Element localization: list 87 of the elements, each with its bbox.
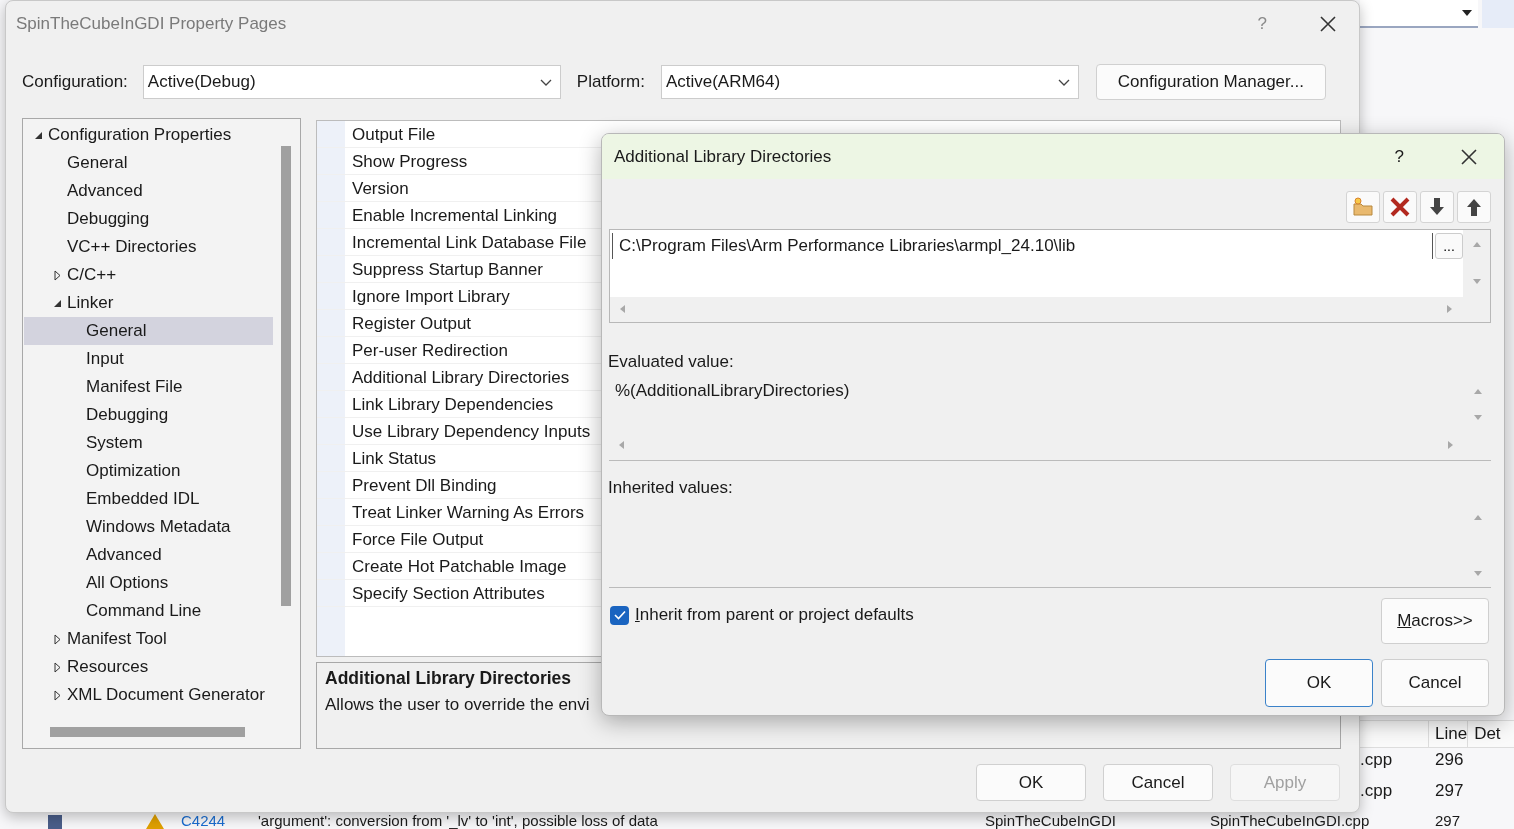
property-name[interactable]: Ignore Import Library [352,283,510,309]
tree-item[interactable]: Manifest Tool [24,625,273,653]
property-name[interactable]: Enable Incremental Linking [352,202,558,228]
dialog-button[interactable]: OK [976,764,1086,801]
property-name[interactable]: Treat Linker Warning As Errors [352,499,585,525]
scrollbar-thumb[interactable] [50,727,245,737]
table-cell: 'argument': conversion from '_lv' to 'int', possible loss of data [258,813,658,829]
field-label: Evaluated value: [608,352,735,372]
table-cell: SpinTheCubeInGDI.cpp [1210,813,1370,829]
property-name[interactable]: Register Output [352,310,472,336]
tree-item[interactable]: Resources [24,653,273,681]
field-label: Inherited values: [608,478,734,498]
tree-item[interactable]: General [24,149,273,177]
tree-item[interactable]: XML Document Generator [24,681,273,709]
property-name[interactable]: Link Status [352,445,437,471]
tree-item[interactable]: Embedded IDL [24,485,273,513]
tree-item[interactable]: Advanced [24,177,273,205]
tree-item[interactable]: Command Line [24,597,273,625]
window-title: SpinTheCubeInGDI Property Pages [16,13,288,34]
row-marker [48,815,62,829]
property-name[interactable]: Show Progress [352,148,468,174]
property-name[interactable]: Use Library Dependency Inputs [352,418,591,444]
column-header[interactable]: Det [1467,721,1514,747]
field-label: Configuration: [22,72,128,92]
tree-item[interactable]: System [24,429,273,457]
browse-button[interactable]: ... [1435,233,1463,259]
tree-item[interactable]: VC++ Directories [24,233,273,261]
expanded-icon[interactable] [52,298,62,308]
dropdown[interactable]: Active(ARM64) [660,65,1079,99]
tree-item[interactable]: C/C++ [24,261,273,289]
property-name[interactable]: Specify Section Attributes [352,580,545,606]
table-cell: SpinTheCubeInGDI [985,813,1116,829]
tree-item[interactable]: Advanced [24,541,273,569]
property-name[interactable]: Prevent Dll Binding [352,472,497,498]
table-cell: 297 [1435,813,1461,829]
property-name[interactable]: Link Library Dependencies [352,391,554,417]
tree-item[interactable]: Linker [24,289,273,317]
description-title: Additional Library Directories [325,668,572,689]
tree-item[interactable]: General [24,317,273,345]
property-name[interactable]: Output File [352,121,436,147]
inherit-checkbox[interactable]: Inherit from parent or project defaults [610,605,914,625]
macros-button[interactable]: Macros>> [1381,598,1489,644]
help-button[interactable]: ? [1394,146,1404,167]
collapsed-icon[interactable] [53,269,61,281]
chevron-down-icon[interactable] [539,78,552,86]
scrollbar-thumb[interactable] [281,146,291,606]
property-name[interactable]: Create Hot Patchable Image [352,553,567,579]
close-icon[interactable] [1319,14,1337,33]
property-name[interactable]: Incremental Link Database File [352,229,587,255]
dialog-button[interactable]: Cancel [1381,659,1489,707]
table-cell-text: .cpp [1360,749,1394,771]
chevron-down-icon[interactable] [1057,78,1070,86]
evaluated-value: %(AdditionalLibraryDirectories) [614,380,851,402]
property-name[interactable]: Per-user Redirection [352,337,508,363]
tree-item[interactable]: Debugging [24,205,273,233]
link[interactable]: C4244 [181,813,226,829]
table-cell-text: 296 [1435,749,1464,771]
collapsed-icon[interactable] [53,689,61,701]
dropdown[interactable]: Active(Debug) [142,65,561,99]
dialog-button[interactable]: OK [1265,659,1373,707]
table-cell-text: .cpp [1360,780,1394,802]
checkbox[interactable] [610,605,629,625]
table-cell-text: 297 [1435,780,1464,802]
dropdown-caret-icon[interactable] [1462,10,1472,16]
field-label: Platform: [576,72,645,92]
tree-item[interactable]: Debugging [24,401,273,429]
property-name[interactable]: Force File Output [352,526,484,552]
configuration-manager-button[interactable]: Configuration Manager... [1095,64,1326,100]
property-name[interactable]: Additional Library Directories [352,364,570,390]
tree-item[interactable]: Input [24,345,273,373]
property-name[interactable]: Version [352,175,409,201]
tree-item[interactable]: Windows Metadata [24,513,273,541]
collapsed-icon[interactable] [53,633,61,645]
tree-item[interactable]: Manifest File [24,373,273,401]
tree-item[interactable]: All Options [24,569,273,597]
collapsed-icon[interactable] [53,661,61,673]
dialog-button[interactable]: Cancel [1103,764,1213,801]
description-text: Allows the user to override the envi [325,695,591,715]
tree-item[interactable]: Configuration Properties [24,121,273,149]
tree-item[interactable]: Optimization [24,457,273,485]
check-icon[interactable] [613,610,626,620]
column-header[interactable]: Line [1428,721,1468,747]
dialog-title: Additional Library Directories [614,146,833,167]
close-icon[interactable] [1460,147,1478,166]
expanded-icon[interactable] [33,130,43,140]
property-name[interactable]: Suppress Startup Banner [352,256,543,282]
input-field[interactable]: C:\Program Files\Arm Performance Libraries\armpl_24.10\lib [612,233,1433,259]
